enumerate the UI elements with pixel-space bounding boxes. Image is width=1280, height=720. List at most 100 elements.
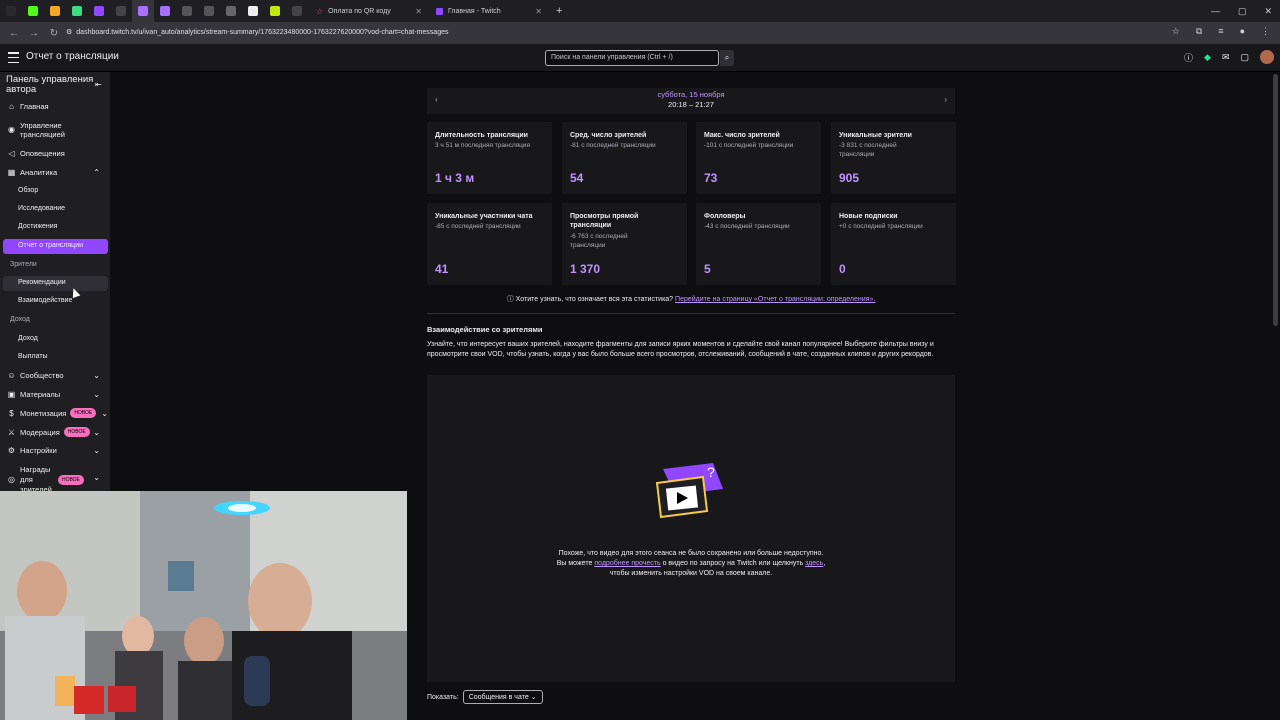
pinned-tab[interactable] xyxy=(44,0,66,22)
svg-text:?: ? xyxy=(707,464,715,480)
maximize-icon[interactable]: ▢ xyxy=(1238,6,1247,17)
whispers-icon[interactable]: ▢ xyxy=(1240,52,1249,63)
chevron-down-icon: ⌄ xyxy=(93,371,100,380)
extensions-icon[interactable]: ⧉ xyxy=(1196,26,1202,37)
sidebar-item-community[interactable]: ☺ Сообщество ⌄ xyxy=(3,371,108,380)
content-icon: ▣ xyxy=(7,390,16,399)
page-title: Отчет о трансляции xyxy=(26,51,119,62)
chevron-down-icon: ⌄ xyxy=(93,473,100,482)
sidebar-item-recommendations[interactable]: Рекомендации xyxy=(18,279,66,286)
tab-qr-payment[interactable]: ☆ Оплата по QR коду ✕ xyxy=(308,0,428,22)
sidebar-item-content[interactable]: ▣ Материалы ⌄ xyxy=(3,390,108,399)
divider xyxy=(427,313,955,314)
chevron-up-icon: ⌃ xyxy=(93,168,100,177)
pinned-tab[interactable] xyxy=(242,0,264,22)
here-link[interactable]: здесь xyxy=(805,560,823,567)
pinned-tab[interactable] xyxy=(88,0,110,22)
gem-icon[interactable]: ◆ xyxy=(1204,52,1211,63)
sidebar-item-engagement[interactable]: Взаимодействие xyxy=(18,297,72,304)
stat-card: Новые подписки +0 с последней трансляции… xyxy=(831,203,956,285)
bookmark-star-icon[interactable]: ☆ xyxy=(1172,26,1180,37)
dashboard-topnav: Отчет о трансляции Поиск на панели управ… xyxy=(0,44,1280,72)
sidebar-group-viewers: Зрители xyxy=(10,261,37,268)
pinned-tab[interactable] xyxy=(176,0,198,22)
definitions-link[interactable]: Перейдите на страницу «Отчет о трансляци… xyxy=(675,296,875,303)
topnav-actions: ⓘ ◆ ✉ ▢ xyxy=(1184,50,1274,64)
pinned-tab[interactable] xyxy=(0,0,22,22)
sidebar-title: Панель управления автора xyxy=(6,74,94,95)
media-icon[interactable]: ≡ xyxy=(1218,26,1223,37)
avatar[interactable] xyxy=(1260,50,1274,64)
stat-card: Уникальные участники чата -85 с последне… xyxy=(427,203,552,285)
close-icon[interactable]: ✕ xyxy=(415,7,422,16)
close-icon[interactable]: ✕ xyxy=(535,7,542,16)
sidebar-item-alerts[interactable]: ◁ Оповещения xyxy=(3,149,108,158)
chevron-down-icon: ⌄ xyxy=(93,446,100,455)
help-icon: ⓘ xyxy=(506,296,514,303)
window-controls: — ▢ ✕ xyxy=(1211,0,1272,22)
sidebar-item-stream-summary[interactable]: Отчет о трансляции xyxy=(18,242,83,249)
pinned-tab[interactable] xyxy=(264,0,286,22)
help-icon[interactable]: ⓘ xyxy=(1184,51,1193,64)
stream-date: суббота, 15 ноября xyxy=(657,90,725,99)
sidebar-item-overview[interactable]: Обзор xyxy=(18,187,38,194)
search-icon[interactable]: ⌕ xyxy=(720,50,734,66)
tab-twitch-home[interactable]: Главная - Twitch ✕ xyxy=(428,0,548,22)
pinned-tab[interactable] xyxy=(154,0,176,22)
profile-icon[interactable]: ● xyxy=(1240,26,1245,37)
sidebar-item-settings[interactable]: ⚙ Настройки ⌄ xyxy=(3,446,108,455)
analytics-icon: ▦ xyxy=(7,168,16,177)
new-badge: НОВОЕ xyxy=(58,475,84,485)
megaphone-icon: ◁ xyxy=(8,149,15,158)
date-navigator: ‹ суббота, 15 ноября 20:18 – 21:27 › xyxy=(427,88,955,114)
pinned-tab[interactable] xyxy=(132,0,154,22)
chevron-down-icon: ⌄ xyxy=(101,408,108,418)
pinned-tab[interactable] xyxy=(198,0,220,22)
page-scrollbar[interactable] xyxy=(1273,74,1278,326)
sidebar-item-research[interactable]: Исследование xyxy=(18,205,65,212)
address-bar[interactable]: ⚙ dashboard.twitch.tv/u/ivan_auto/analyt… xyxy=(66,26,448,40)
sword-icon: ⚔ xyxy=(7,427,16,437)
sidebar-group-revenue: Доход xyxy=(10,316,30,323)
back-icon[interactable]: ← xyxy=(8,28,20,39)
new-tab-button[interactable]: + xyxy=(548,5,570,17)
collapse-icon[interactable]: ⇤ xyxy=(95,80,102,89)
close-window-icon[interactable]: ✕ xyxy=(1264,6,1272,17)
chevron-right-icon[interactable]: › xyxy=(944,95,947,104)
stat-card: Макс. число зрителей -101 с последней тр… xyxy=(696,122,821,194)
sidebar-item-achievements[interactable]: Достижения xyxy=(18,223,57,230)
sidebar-item-home[interactable]: ⌂ Главная xyxy=(3,102,108,111)
pinned-tab[interactable] xyxy=(22,0,44,22)
sidebar-item-stream-manager[interactable]: ◉ Управление трансляцией xyxy=(3,121,108,139)
vod-player-placeholder: ? Похоже, что видео для этого сеанса не … xyxy=(427,375,955,682)
sidebar-item-analytics[interactable]: ▦ Аналитика ⌃ xyxy=(3,168,108,177)
pinned-tab[interactable] xyxy=(286,0,308,22)
twitch-icon xyxy=(436,7,443,15)
engagement-description: Узнайте, что интересует ваших зрителей, … xyxy=(427,341,934,358)
forward-icon[interactable]: → xyxy=(28,28,40,39)
read-more-link[interactable]: подробнее прочесть xyxy=(594,560,660,567)
site-info-icon[interactable]: ⚙ xyxy=(66,26,72,40)
sidebar-item-monetization[interactable]: $ Монетизация НОВОЕ ⌄ xyxy=(3,408,108,418)
reload-icon[interactable]: ↻ xyxy=(48,28,60,39)
vod-missing-line1: Похоже, что видео для этого сеанса не бы… xyxy=(558,550,824,557)
minimize-icon[interactable]: — xyxy=(1211,6,1220,16)
broadcast-icon: ◉ xyxy=(8,125,15,134)
pinned-tab[interactable] xyxy=(110,0,132,22)
inbox-icon[interactable]: ✉ xyxy=(1222,52,1230,63)
pinned-tab[interactable] xyxy=(220,0,242,22)
show-select[interactable]: Сообщения в чате ⌄ xyxy=(462,690,543,704)
sidebar-item-payouts[interactable]: Выплаты xyxy=(18,353,48,360)
sidebar-item-revenue[interactable]: Доход xyxy=(18,335,38,342)
search-input[interactable]: Поиск на панели управления (Ctrl + /) xyxy=(545,50,719,66)
pinned-tab[interactable] xyxy=(66,0,88,22)
menu-icon[interactable] xyxy=(8,52,19,63)
vod-missing-line3: чтобы изменить настройки VOD на своем ка… xyxy=(609,570,773,577)
engagement-title: Взаимодействие со зрителями xyxy=(427,325,543,334)
rewards-icon: ◎ xyxy=(8,475,15,484)
chevron-down-icon: ⌄ xyxy=(93,427,100,437)
sidebar-item-moderation[interactable]: ⚔ Модерация НОВОЕ ⌄ xyxy=(3,427,108,437)
new-badge: НОВОЕ xyxy=(70,408,97,418)
address-bar-row: ← → ↻ ⚙ dashboard.twitch.tv/u/ivan_auto/… xyxy=(0,22,1280,44)
menu-icon[interactable]: ⋮ xyxy=(1261,26,1270,37)
